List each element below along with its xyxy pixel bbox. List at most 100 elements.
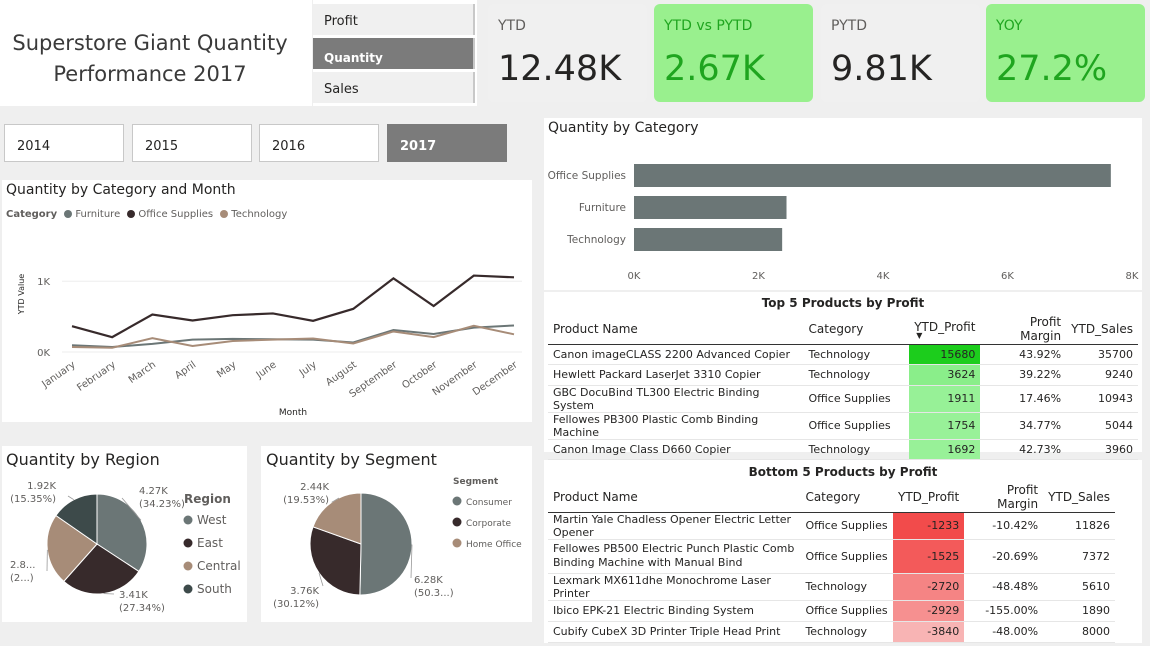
cell-category: Office Supplies — [803, 412, 910, 440]
table-row[interactable]: Lexmark MX611dhe Monochrome Laser Printe… — [548, 573, 1115, 601]
table-row[interactable]: Cubify CubeX 3D Printer Triple Head Prin… — [548, 621, 1115, 643]
sort-descending-icon: ▼ — [916, 330, 923, 340]
column-header-ytd-sales[interactable]: YTD_Sales — [1043, 482, 1115, 513]
cell-category: Office Supplies — [800, 512, 894, 540]
cell-product-name: Martin Yale Chadless Opener Electric Let… — [548, 512, 801, 540]
column-header-ytd-profit[interactable]: YTD_Profit ▼ — [909, 314, 981, 345]
bar-chart-panel: Quantity by Category Office Supplies Furn… — [544, 118, 1142, 290]
legend-dot-icon — [183, 538, 193, 548]
y-tick-label: 0K — [37, 348, 50, 359]
legend-label: Central — [197, 559, 241, 573]
x-tick-label: August — [324, 359, 359, 388]
legend-label: South — [197, 582, 232, 596]
cell-product-name: Canon imageCLASS 2200 Advanced Copier — [548, 344, 804, 366]
x-tick-label: 2K — [752, 271, 765, 282]
data-label: 3.76K — [290, 586, 319, 597]
bar[interactable] — [634, 228, 783, 251]
region-pie-chart[interactable]: 4.27K (34.23%) 3.41K (27.34%) 2.8... (2...) 1.… — [2, 446, 247, 622]
legend-dot-icon — [183, 561, 193, 571]
column-header-product[interactable]: Product Name — [548, 482, 801, 513]
x-tick-label: 4K — [877, 271, 890, 282]
table-row[interactable]: Ibico EPK-21 Electric Binding System Offi… — [548, 600, 1115, 622]
x-tick-label: April — [173, 359, 198, 381]
year-button-2017[interactable]: 2017 — [387, 124, 507, 162]
x-tick-label: 6K — [1001, 271, 1014, 282]
table-header-row: Product Name Category YTD_Profit Profit … — [548, 482, 1115, 513]
column-header-ytd-sales[interactable]: YTD_Sales — [1066, 314, 1138, 345]
cell-ytd-profit: -2720 — [893, 573, 965, 601]
cell-product-name: Fellowes PB300 Plastic Comb Binding Mach… — [548, 412, 804, 440]
column-header-profit-margin[interactable]: Profit Margin — [964, 482, 1044, 513]
data-label-percent: (34.23%) — [139, 499, 185, 510]
cell-ytd-sales: 7372 — [1043, 539, 1115, 574]
x-tick-label: June — [254, 359, 279, 381]
table-row[interactable]: Fellowes PB500 Electric Punch Plastic Co… — [548, 539, 1115, 574]
year-button-2015[interactable]: 2015 — [132, 124, 252, 162]
kpi-yoy-card: YOY 27.2% — [986, 4, 1145, 102]
legend-title: Region — [184, 492, 231, 506]
top5-title: Top 5 Products by Profit — [761, 296, 925, 310]
year-button-2016[interactable]: 2016 — [259, 124, 379, 162]
cell-product-name: Fellowes PB500 Electric Punch Plastic Co… — [548, 539, 801, 574]
category-label: Technology — [566, 234, 626, 246]
column-header-profit-margin[interactable]: Profit Margin — [980, 314, 1067, 345]
cell-ytd-profit: 15680 — [909, 344, 981, 366]
kpi-pytd-label: PYTD — [831, 18, 868, 34]
measure-button-quantity[interactable]: Quantity — [313, 38, 475, 69]
column-header-category[interactable]: Category — [803, 314, 910, 345]
data-label-percent: (30.12%) — [273, 599, 319, 610]
table-row[interactable]: Canon Image Class D660 Copier Technology 1… — [548, 439, 1138, 461]
cell-profit-margin: -155.00% — [964, 600, 1044, 622]
data-label-percent: (15.35%) — [10, 494, 56, 505]
year-button-2014[interactable]: 2014 — [4, 124, 124, 162]
table-row[interactable]: Fellowes PB300 Plastic Comb Binding Mach… — [548, 412, 1138, 440]
cell-category: Technology — [800, 573, 894, 601]
top5-table: Product Name Category YTD_Profit ▼ Profit… — [548, 314, 1138, 461]
pie-slice-consumer[interactable] — [359, 492, 413, 596]
table-row[interactable]: Hewlett Packard LaserJet 3310 Copier Tech… — [548, 364, 1138, 386]
cell-product-name: Cubify CubeX 3D Printer Triple Head Prin… — [548, 621, 801, 643]
x-tick-label: December — [471, 359, 521, 398]
cell-ytd-sales: 11826 — [1043, 512, 1115, 540]
x-tick-label: May — [215, 359, 238, 380]
title-card: Superstore Giant Quantity Performance 20… — [0, 0, 312, 106]
legend-dot-icon — [183, 584, 193, 594]
measure-button-sales[interactable]: Sales — [313, 72, 475, 103]
column-header-ytd-profit[interactable]: YTD_Profit — [893, 482, 965, 513]
column-header-category[interactable]: Category — [800, 482, 894, 513]
x-tick-label: 8K — [1126, 271, 1139, 282]
bar[interactable] — [634, 164, 1111, 187]
cell-product-name: Hewlett Packard LaserJet 3310 Copier — [548, 364, 804, 386]
cell-product-name: GBC DocuBind TL300 Electric Binding Syst… — [548, 385, 804, 413]
segment-pie-chart[interactable]: 6.28K (50.3...) 3.76K (30.12%) 2.44K (19.53%)… — [261, 446, 532, 622]
kpi-ytd-value: 12.48K — [498, 49, 622, 89]
x-tick-label: January — [40, 359, 78, 390]
cell-category: Technology — [803, 439, 910, 461]
table-row[interactable]: Martin Yale Chadless Opener Electric Let… — [548, 512, 1115, 540]
cell-ytd-profit: 1692 — [909, 439, 981, 461]
cell-product-name: Ibico EPK-21 Electric Binding System — [548, 600, 801, 622]
segment-pie-panel: Quantity by Segment 6.28K (50.3...) 3.76K(… — [261, 446, 532, 622]
cell-ytd-sales: 3960 — [1066, 439, 1138, 461]
cell-category: Technology — [803, 344, 910, 366]
series-line-office-supplies[interactable] — [71, 274, 515, 339]
bar[interactable] — [634, 196, 787, 219]
x-axis-label: Month — [279, 408, 307, 418]
line-chart-panel: Quantity by Category and Month Category … — [2, 180, 532, 422]
series-line-furniture[interactable] — [71, 324, 515, 349]
table-row[interactable]: Canon imageCLASS 2200 Advanced Copier Tec… — [548, 344, 1138, 366]
x-tick-label: July — [297, 359, 319, 379]
bar-chart[interactable]: Office Supplies Furniture Technology 0K 2K 4K… — [544, 118, 1142, 290]
line-chart[interactable]: 1K 0K YTD Value Month JanuaryFebruary March Ap… — [2, 180, 532, 422]
cell-ytd-sales: 1890 — [1043, 600, 1115, 622]
cell-product-name: Canon Image Class D660 Copier — [548, 439, 804, 461]
measure-button-profit[interactable]: Profit — [313, 4, 475, 35]
y-tick-label: 1K — [37, 277, 50, 288]
legend-dot-icon — [183, 515, 193, 525]
column-header-product[interactable]: Product Name — [548, 314, 804, 345]
cell-ytd-sales: 8000 — [1043, 621, 1115, 643]
x-tick-label: 0K — [628, 271, 641, 282]
cell-ytd-profit: -1525 — [893, 539, 965, 574]
table-row[interactable]: GBC DocuBind TL300 Electric Binding Syst… — [548, 385, 1138, 413]
cell-profit-margin: 17.46% — [980, 385, 1067, 413]
